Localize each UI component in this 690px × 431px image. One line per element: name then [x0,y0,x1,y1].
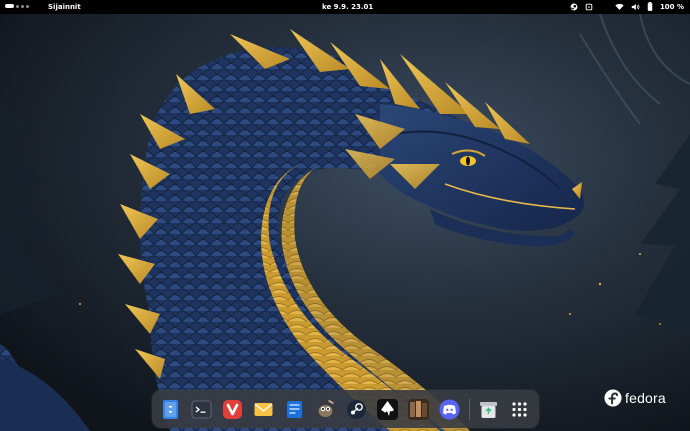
workspace-active-indicator [5,4,14,8]
dock-item-gimp[interactable] [315,399,336,420]
system-tray[interactable]: 100 % [570,2,684,11]
wifi-icon[interactable] [615,3,624,11]
fedora-logo-icon [604,389,622,407]
dock-item-game[interactable] [408,399,429,420]
show-apps-button[interactable] [509,399,530,420]
battery-icon[interactable] [647,2,653,11]
workspace-indicator [21,4,24,8]
activities-indicator[interactable] [5,4,29,8]
fedora-logo-text: fedora [625,390,666,406]
inkscape-icon [377,399,398,420]
workspace-indicator [26,4,29,8]
vivaldi-icon [223,400,242,419]
app-menu[interactable]: Sijainnit [48,3,81,11]
files-icon [163,400,178,419]
workspace-indicator [16,4,19,8]
gimp-icon [318,400,334,417]
app-grid-icon [512,402,527,417]
steam-icon [347,400,366,419]
battery-percentage[interactable]: 100 % [660,3,684,11]
desktop-wallpaper [0,14,690,431]
game-icon [408,399,429,420]
notification-icon[interactable] [585,3,593,11]
dock-item-terminal[interactable] [191,399,212,420]
top-bar: Sijainnit ke 9.9. 23.01 100 % [0,0,690,14]
discord-icon [439,399,460,420]
dock-item-discord[interactable] [439,399,460,420]
dock-item-inkscape[interactable] [377,399,398,420]
dock-item-files[interactable] [160,399,181,420]
mail-icon [254,403,273,416]
terminal-icon [191,400,212,419]
dock-item-steam[interactable] [346,399,367,420]
dock-item-mail[interactable] [253,399,274,420]
dock-item-vivaldi[interactable] [222,399,243,420]
dock-item-software[interactable] [284,399,305,420]
clock[interactable]: ke 9.9. 23.01 [322,3,373,11]
dock-separator [469,399,470,420]
fedora-logo: fedora [604,389,666,407]
dock-item-trash[interactable] [478,399,499,420]
software-icon [287,401,302,418]
volume-icon[interactable] [631,3,640,11]
trash-icon [480,402,497,418]
steam-tray-icon[interactable] [570,3,578,11]
dock [152,390,539,428]
